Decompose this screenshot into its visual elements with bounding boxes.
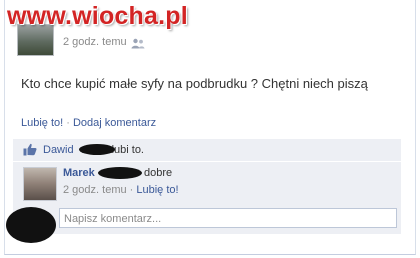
comment-meta-separator: · bbox=[126, 184, 137, 196]
comment-row: Marek dobre 2 godz. temu · Lubię to! bbox=[13, 162, 401, 204]
liker-name[interactable]: Dawid bbox=[43, 144, 74, 156]
post-message: Kto chce kupić małe syfy na podbrudku ? … bbox=[21, 76, 368, 91]
likes-suffix: lubi to. bbox=[111, 144, 144, 156]
comment-author[interactable]: Marek bbox=[63, 167, 95, 179]
comment-input[interactable]: Napisz komentarz... bbox=[59, 208, 397, 228]
thumbs-up-icon bbox=[23, 143, 37, 161]
likes-bar: Dawid lubi to. bbox=[13, 139, 401, 161]
post-actions: Lubię to! · Dodaj komentarz bbox=[21, 117, 156, 129]
post-timestamp[interactable]: 2 godz. temu bbox=[63, 36, 127, 48]
viewer-avatar-redaction bbox=[6, 207, 56, 243]
watermark-logo: www.wiocha.pl bbox=[7, 2, 188, 30]
comment-like-link[interactable]: Lubię to! bbox=[136, 184, 178, 196]
comment-meta: 2 godz. temu · Lubię to! bbox=[63, 184, 179, 196]
comment-timestamp[interactable]: 2 godz. temu bbox=[63, 184, 127, 196]
add-comment-link[interactable]: Dodaj komentarz bbox=[73, 117, 156, 129]
redaction-mark bbox=[79, 144, 115, 155]
audience-friends-icon[interactable] bbox=[131, 36, 145, 54]
redaction-mark bbox=[98, 167, 142, 179]
comment-composer: Napisz komentarz... bbox=[13, 204, 401, 234]
commenter-avatar[interactable] bbox=[23, 167, 57, 201]
comment-text: dobre bbox=[144, 167, 173, 179]
actions-separator: · bbox=[63, 117, 73, 129]
post-card: www.wiocha.pl 2 godz. temu Kto chce kupi… bbox=[4, 0, 416, 255]
like-link[interactable]: Lubię to! bbox=[21, 117, 63, 129]
